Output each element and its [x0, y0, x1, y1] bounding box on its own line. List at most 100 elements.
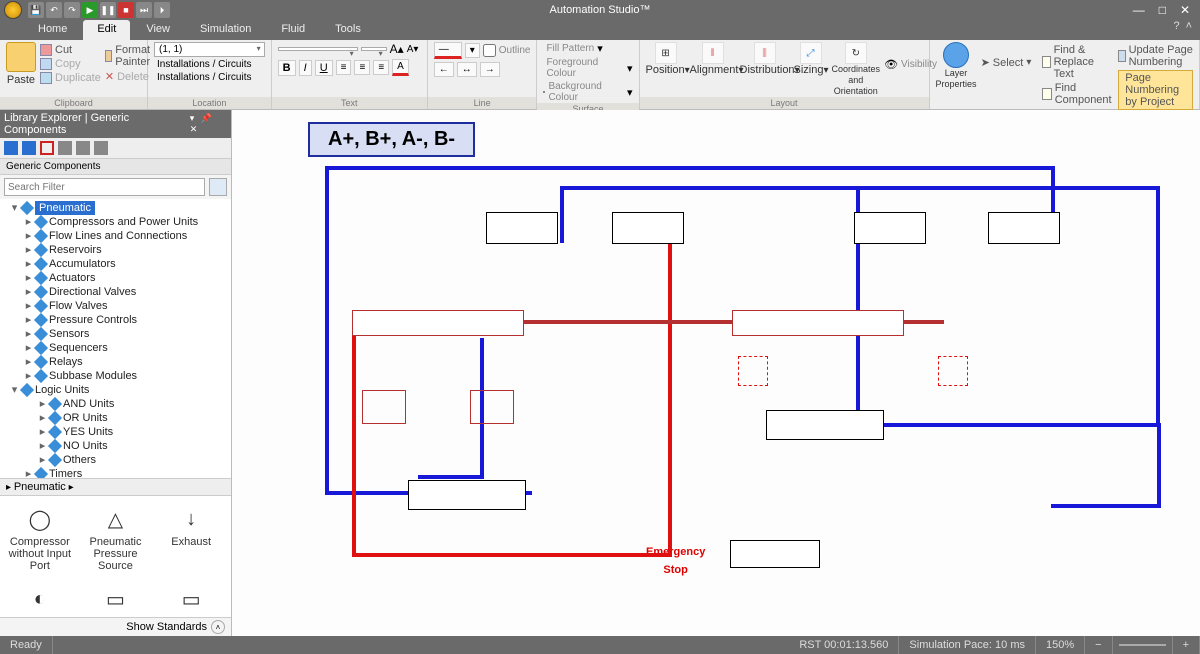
font-shrink-icon[interactable]: A▾: [407, 44, 419, 55]
qat-run-icon[interactable]: ▶: [82, 2, 98, 18]
chevron-up-icon[interactable]: ˄: [211, 620, 225, 634]
tree-item[interactable]: ▾Logic Units: [6, 383, 231, 397]
tab-fluid[interactable]: Fluid: [267, 20, 319, 40]
sizing-button[interactable]: ⤢Sizing▾: [794, 42, 828, 76]
tab-simulation[interactable]: Simulation: [186, 20, 265, 40]
align-right-button[interactable]: ≡: [373, 60, 389, 75]
coords-orient-button[interactable]: ↻Coordinates and Orientation: [832, 42, 881, 97]
tree-item[interactable]: ▸Pressure Controls: [6, 313, 231, 327]
tree-item[interactable]: ▸YES Units: [6, 425, 231, 439]
font-size-combo[interactable]: [361, 47, 387, 51]
close-button[interactable]: ✕: [1180, 3, 1190, 17]
tree-item[interactable]: ▸AND Units: [6, 397, 231, 411]
collapse-ribbon-icon[interactable]: ˄: [1186, 20, 1192, 40]
tree-item[interactable]: ▸OR Units: [6, 411, 231, 425]
select-dropdown[interactable]: ➤Select ▾: [981, 56, 1032, 69]
lib-tool-6[interactable]: [94, 141, 108, 155]
find-replace-button[interactable]: Find & Replace Text: [1042, 44, 1114, 80]
tab-edit[interactable]: Edit: [83, 20, 130, 40]
qat-stop-icon[interactable]: ■: [118, 2, 134, 18]
qat-undo-icon[interactable]: ↶: [46, 2, 62, 18]
tree-item[interactable]: ▸Subbase Modules: [6, 369, 231, 383]
tree-item[interactable]: ▸Sensors: [6, 327, 231, 341]
update-page-numbering-button[interactable]: Update Page Numbering: [1118, 44, 1193, 68]
font-color-button[interactable]: A: [392, 59, 409, 76]
line-style-button[interactable]: —: [434, 42, 462, 59]
palette-item[interactable]: ◯Compressor without Input Port: [5, 502, 75, 572]
align-left-button[interactable]: ≡: [336, 60, 352, 75]
app-menu-button[interactable]: [4, 1, 22, 19]
arrow-right-button[interactable]: →: [480, 62, 500, 77]
arrow-left-button[interactable]: ←: [434, 62, 454, 77]
maximize-button[interactable]: □: [1159, 3, 1166, 17]
tab-view[interactable]: View: [132, 20, 184, 40]
status-zoom[interactable]: 150%: [1036, 636, 1085, 654]
italic-button[interactable]: I: [299, 60, 312, 76]
tab-home[interactable]: Home: [24, 20, 81, 40]
pane-controls[interactable]: ▾ 📌 ✕: [190, 113, 227, 135]
font-grow-icon[interactable]: A▴: [390, 42, 404, 56]
installations-1[interactable]: Installations / Circuits: [154, 59, 265, 70]
alignment-button[interactable]: ⫴Alignment▾: [690, 42, 736, 76]
location-coord-combo[interactable]: (1, 1): [154, 42, 265, 57]
tree-item[interactable]: ▸Compressors and Power Units: [6, 215, 231, 229]
help-icon[interactable]: ?: [1173, 20, 1179, 40]
position-button[interactable]: ⊞Position▾: [646, 42, 686, 76]
palette-item[interactable]: ▭Single-Acting Cylinder: [80, 582, 150, 617]
search-go-button[interactable]: [209, 178, 227, 196]
duplicate-button[interactable]: Duplicate: [40, 72, 101, 84]
search-filter-input[interactable]: [4, 178, 205, 196]
tab-tools[interactable]: Tools: [321, 20, 375, 40]
palette-item[interactable]: ↓Exhaust: [156, 502, 226, 572]
palette-item[interactable]: ◐Gas-Loaded Accumulator with...: [5, 582, 75, 617]
distribution-button[interactable]: ⫼Distribution▾: [740, 42, 790, 76]
tree-item[interactable]: ▸Flow Lines and Connections: [6, 229, 231, 243]
palette-breadcrumb[interactable]: ▸ Pneumatic ▸: [0, 479, 231, 496]
tree-item[interactable]: ▸NO Units: [6, 439, 231, 453]
tree-item[interactable]: ▸Reservoirs: [6, 243, 231, 257]
zoom-in-button[interactable]: +: [1173, 636, 1200, 654]
schematic-canvas[interactable]: A+, B+, A-, B- EmergencyStop: [232, 110, 1200, 636]
fg-color-button[interactable]: Foreground Colour ▾: [543, 57, 632, 79]
page-numbering-project-button[interactable]: Page Numbering by Project: [1118, 70, 1193, 110]
tree-item[interactable]: ▸Others: [6, 453, 231, 467]
tree-item[interactable]: ▸Flow Valves: [6, 299, 231, 313]
bold-button[interactable]: B: [278, 60, 296, 76]
qat-slow-icon[interactable]: ⏵: [154, 2, 170, 18]
copy-button[interactable]: Copy: [40, 58, 101, 70]
qat-save-icon[interactable]: 💾: [28, 2, 44, 18]
palette-item[interactable]: ▭Single-Acting Cylinder with Spri...: [156, 582, 226, 617]
tree-item[interactable]: ▸Actuators: [6, 271, 231, 285]
lib-tool-3[interactable]: [40, 141, 54, 155]
qat-redo-icon[interactable]: ↷: [64, 2, 80, 18]
qat-pause-icon[interactable]: ❚❚: [100, 2, 116, 18]
tree-item[interactable]: ▸Accumulators: [6, 257, 231, 271]
lib-tool-2[interactable]: [22, 141, 36, 155]
section-header[interactable]: Generic Components: [0, 159, 231, 175]
line-weight-button[interactable]: ▾: [465, 43, 480, 58]
tree-item[interactable]: ▸Timers: [6, 467, 231, 479]
find-component-button[interactable]: Find Component: [1042, 82, 1114, 106]
palette-item[interactable]: △Pneumatic Pressure Source: [80, 502, 150, 572]
lib-tool-4[interactable]: [58, 141, 72, 155]
qat-step-icon[interactable]: ⏭: [136, 2, 152, 18]
minimize-button[interactable]: —: [1133, 3, 1145, 17]
zoom-slider[interactable]: [1113, 636, 1173, 654]
bg-color-button[interactable]: Background Colour ▾: [543, 81, 632, 103]
zoom-out-button[interactable]: −: [1085, 636, 1112, 654]
cut-button[interactable]: Cut: [40, 44, 101, 56]
font-combo[interactable]: [278, 47, 358, 51]
underline-button[interactable]: U: [315, 60, 333, 76]
tree-item[interactable]: ▸Sequencers: [6, 341, 231, 355]
show-standards-button[interactable]: Show Standards: [126, 621, 207, 633]
tree-item[interactable]: ▸Directional Valves: [6, 285, 231, 299]
lib-tool-5[interactable]: [76, 141, 90, 155]
layer-properties-button[interactable]: Layer Properties: [936, 42, 977, 90]
align-center-button[interactable]: ≡: [354, 60, 370, 75]
outline-checkbox[interactable]: [483, 44, 496, 57]
lib-tool-1[interactable]: [4, 141, 18, 155]
installations-2[interactable]: Installations / Circuits: [154, 72, 265, 83]
arrow-both-button[interactable]: ↔: [457, 62, 477, 77]
paste-button[interactable]: Paste: [6, 42, 36, 86]
fill-pattern-button[interactable]: Fill Pattern ▾: [543, 42, 602, 55]
